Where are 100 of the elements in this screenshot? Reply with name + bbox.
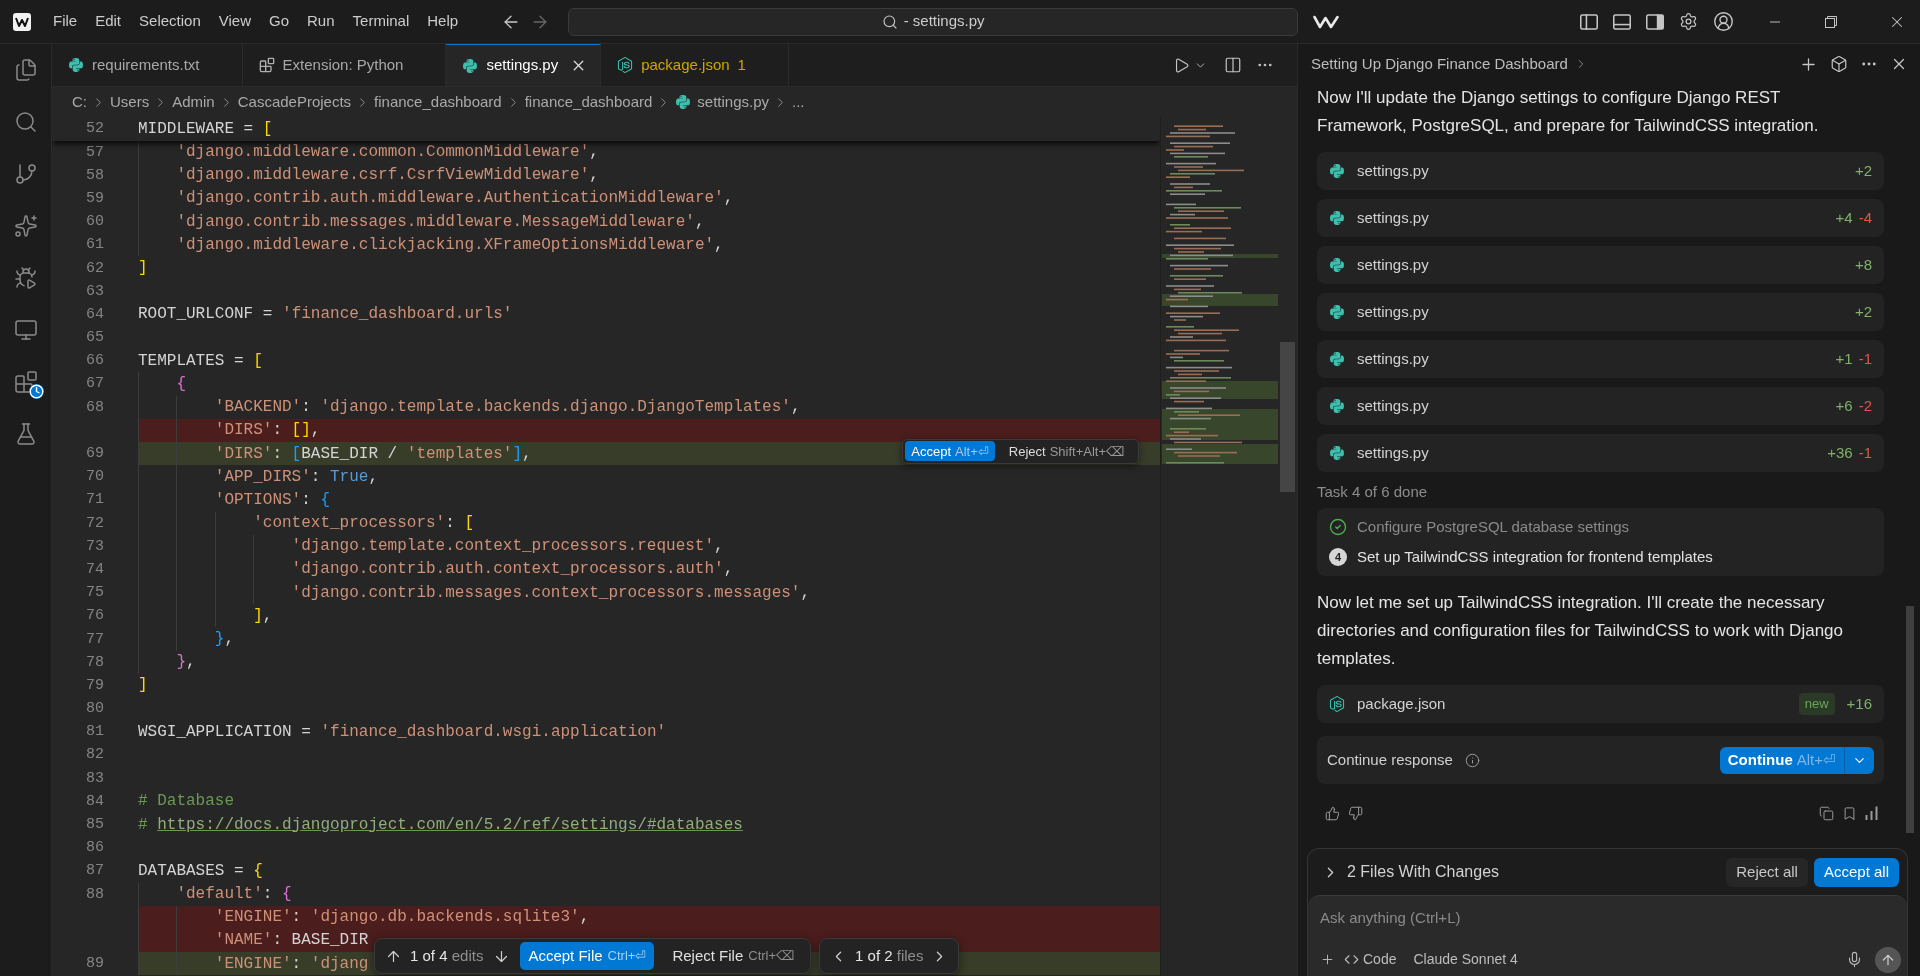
reject-file-button[interactable]: Reject File Ctrl+⌫ [664, 942, 803, 970]
menu-item[interactable]: View [209, 7, 260, 36]
code-line: 'DIRS': [BASE_DIR / 'templates'], [214, 445, 532, 462]
accept-button[interactable]: Accept Alt+⏎ [905, 441, 995, 462]
file-edit-card[interactable]: settings.py +4 -4 [1317, 199, 1884, 237]
line-number: 73 [86, 538, 104, 554]
file-edit-card[interactable]: settings.py +2 [1317, 152, 1884, 190]
monitor-icon[interactable] [13, 318, 38, 342]
code-line: ], [253, 607, 273, 624]
breadcrumb-item[interactable]: ... [792, 90, 805, 114]
reject-all-button[interactable]: Reject all [1726, 857, 1808, 887]
left-panel-toggle-icon[interactable] [1580, 12, 1598, 31]
restore-window-icon[interactable] [1825, 15, 1837, 28]
reject-button[interactable]: Reject Shift+Alt+⌫ [1002, 441, 1130, 462]
breadcrumb-item[interactable]: CascadeProjects [237, 90, 352, 114]
breadcrumb-item[interactable]: Admin [172, 90, 215, 114]
sparkle-icon[interactable] [13, 214, 38, 238]
search-icon[interactable] [13, 110, 38, 134]
python-file-icon [1329, 163, 1345, 179]
accept-all-button[interactable]: Accept all [1813, 857, 1899, 887]
bookmark-icon[interactable] [1842, 805, 1857, 821]
code-line: ] [138, 677, 148, 694]
breadcrumb-item[interactable]: finance_dashboard [524, 90, 653, 114]
url-link[interactable]: https://docs.djangoproject.com/en/5.2/ref/settings/#databases [157, 815, 743, 834]
removed-lines-count: -2 [1858, 395, 1872, 416]
copy-icon[interactable] [1819, 805, 1834, 821]
task-item: Configure PostgreSQL database settings [1357, 516, 1630, 537]
line-number: 77 [86, 631, 104, 647]
breadcrumb-item[interactable]: finance_dashboard [374, 90, 502, 114]
task-progress-text: Task 4 of 6 done [1317, 482, 1429, 502]
branch-icon[interactable] [13, 162, 38, 186]
cube-icon[interactable] [1830, 55, 1848, 73]
editor-tab[interactable]: settings.py [446, 44, 602, 86]
assistant-message: Now let me set up TailwindCSS integration. I'll create the necessary directories and configuration files for TailwindCSS to work with Django templates. [1317, 592, 1844, 670]
file-edit-card[interactable]: settings.py +8 [1317, 246, 1884, 284]
file-edit-card[interactable]: package.json new +16 [1317, 685, 1884, 723]
scrollbar-thumb[interactable] [1280, 342, 1295, 492]
file-name: settings.py [1357, 207, 1429, 228]
file-edit-card[interactable]: settings.py +1 -1 [1317, 340, 1884, 378]
files-icon[interactable] [13, 58, 38, 82]
menu-item[interactable]: Edit [86, 7, 131, 36]
scrollbar-thumb[interactable] [1906, 606, 1914, 833]
menu-item[interactable]: Run [298, 7, 344, 36]
info-icon[interactable] [1464, 752, 1480, 768]
file-name: settings.py [1357, 348, 1429, 369]
menu-item[interactable]: Terminal [343, 7, 419, 36]
model-selector[interactable]: Claude Sonnet 4 [1413, 949, 1518, 970]
menu-item[interactable]: Selection [130, 7, 210, 36]
run-icon[interactable] [1173, 56, 1190, 74]
code-line: 'django.middleware.common.CommonMiddleware', [176, 144, 599, 161]
right-panel-toggle-icon[interactable] [1646, 12, 1664, 31]
account-icon[interactable] [1713, 11, 1734, 32]
line-number: 61 [86, 237, 104, 253]
thumbs-down-icon[interactable] [1348, 805, 1363, 821]
bar-chart-icon[interactable] [1865, 806, 1878, 820]
line-number: 71 [86, 492, 104, 508]
file-edit-card[interactable]: settings.py +36 -1 [1317, 434, 1884, 472]
file-counter: 1 of 2 files [855, 945, 924, 966]
file-edit-card[interactable]: settings.py +6 -2 [1317, 387, 1884, 425]
blocks-icon[interactable] [13, 370, 38, 394]
thumbs-up-icon[interactable] [1325, 805, 1340, 821]
mode-selector[interactable]: Code [1344, 949, 1397, 970]
line-number: 69 [86, 446, 104, 462]
chat-input[interactable]: Ask anything (Ctrl+L) [1308, 895, 1907, 937]
line-number: 60 [86, 214, 104, 230]
dropdown-button[interactable] [1844, 746, 1874, 774]
file-edit-card[interactable]: settings.py +2 [1317, 293, 1884, 331]
code-line: 'django.contrib.messages.context_processors.messages', [291, 584, 811, 601]
code-line: 'django.contrib.auth.context_processors.auth', [291, 561, 734, 578]
split-editor-icon[interactable] [1224, 56, 1242, 74]
line-number: 57 [86, 144, 104, 160]
breadcrumb-item[interactable]: Users [110, 90, 150, 114]
python-file-icon [1329, 351, 1345, 367]
app-logo-icon[interactable] [13, 12, 31, 31]
bug-play-icon[interactable] [13, 266, 38, 290]
code-icon [1344, 952, 1359, 967]
code-line: 'ENGINE': 'djang [214, 955, 369, 972]
python-file-icon [462, 57, 479, 74]
microphone-icon[interactable] [1846, 951, 1863, 968]
bottom-panel-toggle-icon[interactable] [1613, 12, 1631, 31]
code-line: 'OPTIONS': { [214, 491, 330, 508]
send-button[interactable] [1875, 946, 1901, 973]
search-icon [881, 13, 898, 30]
menu-item[interactable]: Go [260, 7, 298, 36]
accept-file-button[interactable]: Accept File Ctrl+⏎ [520, 942, 655, 970]
changes-toggle[interactable]: 2 Files With Changes [1322, 860, 1500, 884]
command-center[interactable]: - settings.py [568, 7, 1299, 36]
menu-item[interactable]: Help [418, 7, 468, 36]
line-number: 82 [86, 747, 104, 763]
breadcrumb-item[interactable]: C: [72, 90, 87, 114]
plus-icon[interactable] [1320, 952, 1335, 967]
added-lines-count: +2 [1854, 301, 1872, 322]
breadcrumb-item[interactable]: settings.py [697, 90, 770, 114]
code-line: 'django.template.context_processors.request', [291, 538, 724, 555]
menu-item[interactable]: File [44, 7, 87, 36]
settings-icon[interactable] [1679, 12, 1698, 31]
code-line: { [176, 375, 186, 392]
task-item: Set up TailwindCSS integration for frontend templates [1357, 546, 1713, 567]
file-name: settings.py [1357, 254, 1429, 275]
continue-button[interactable]: Continue Alt+⏎ [1719, 746, 1844, 774]
